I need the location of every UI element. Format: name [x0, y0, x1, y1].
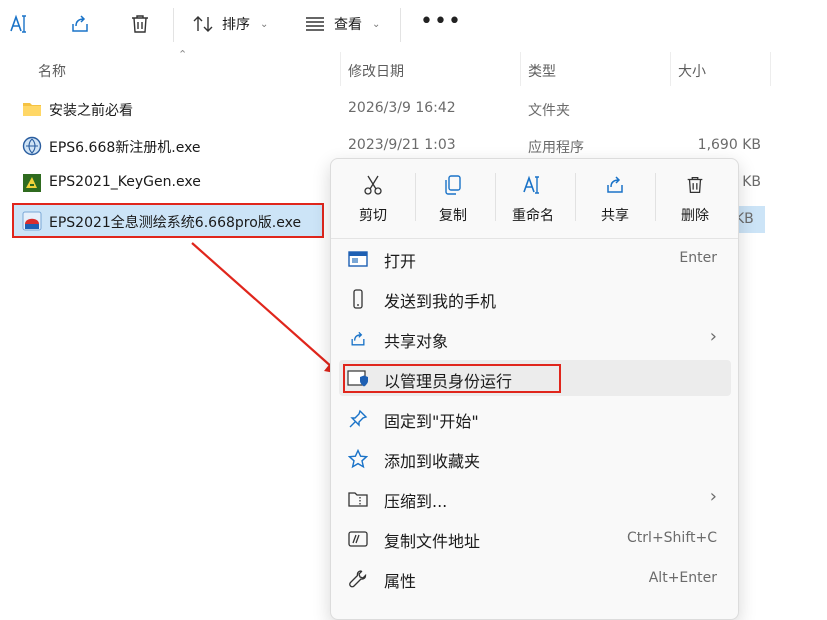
wrench-icon — [347, 568, 369, 590]
divider — [415, 173, 416, 221]
trash-icon — [683, 173, 707, 197]
share-icon — [347, 328, 369, 350]
chevron-right-icon: › — [709, 326, 717, 347]
app-window-icon — [347, 248, 369, 270]
menu-item-add-to-favorites[interactable]: 添加到收藏夹 — [339, 440, 731, 476]
divider — [331, 238, 738, 239]
copy-icon — [441, 173, 465, 197]
pin-icon — [347, 408, 369, 430]
share-icon — [603, 173, 627, 197]
phone-icon — [347, 288, 369, 310]
star-icon — [347, 448, 369, 470]
copy-path-icon — [347, 528, 369, 550]
copy-label: 复制 — [439, 208, 467, 224]
divider — [495, 173, 496, 221]
cut-label: 剪切 — [359, 208, 387, 224]
annotation-highlight-box — [343, 364, 561, 393]
chevron-right-icon: › — [709, 486, 717, 507]
menu-item-copy-path[interactable]: 复制文件地址 Ctrl+Shift+C — [339, 520, 731, 556]
delete-label: 删除 — [681, 208, 709, 224]
zip-folder-icon — [347, 488, 369, 510]
rename-label: 重命名 — [512, 208, 554, 224]
divider — [655, 173, 656, 221]
menu-item-compress-to[interactable]: 压缩到... › — [339, 480, 731, 516]
menu-item-send-to-phone[interactable]: 发送到我的手机 — [339, 280, 731, 316]
share-label: 共享 — [601, 208, 629, 224]
copy-button[interactable]: 复制 — [423, 169, 483, 229]
menu-item-properties[interactable]: 属性 Alt+Enter — [339, 560, 731, 596]
rename-button[interactable]: 重命名 — [503, 169, 563, 229]
menu-item-open[interactable]: 打开 Enter — [339, 240, 731, 276]
rename-icon — [521, 173, 545, 197]
scissors-icon — [361, 173, 385, 197]
cut-button[interactable]: 剪切 — [343, 169, 403, 229]
delete-button[interactable]: 删除 — [665, 169, 725, 229]
divider — [575, 173, 576, 221]
menu-item-share-with[interactable]: 共享对象 › — [339, 320, 731, 356]
share-button[interactable]: 共享 — [585, 169, 645, 229]
menu-item-pin-to-start[interactable]: 固定到"开始" — [339, 400, 731, 436]
